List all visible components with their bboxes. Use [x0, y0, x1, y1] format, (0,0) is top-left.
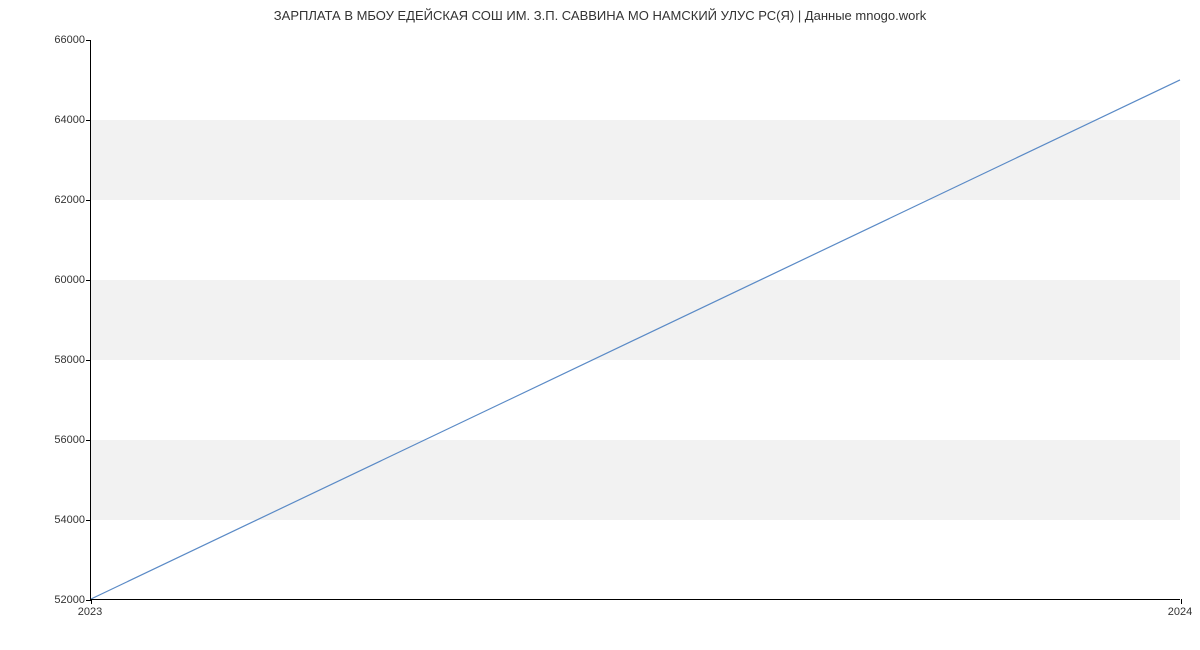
y-tick-mark [86, 40, 91, 41]
y-tick-label: 64000 [35, 114, 85, 126]
y-tick-label: 52000 [35, 594, 85, 606]
y-tick-label: 66000 [35, 34, 85, 46]
y-tick-label: 58000 [35, 354, 85, 366]
chart-container: ЗАРПЛАТА В МБОУ ЕДЕЙСКАЯ СОШ ИМ. З.П. СА… [0, 0, 1200, 650]
y-tick-mark [86, 120, 91, 121]
x-tick-label: 2024 [1168, 606, 1192, 618]
y-tick-label: 56000 [35, 434, 85, 446]
chart-title: ЗАРПЛАТА В МБОУ ЕДЕЙСКАЯ СОШ ИМ. З.П. СА… [0, 8, 1200, 23]
y-tick-label: 60000 [35, 274, 85, 286]
y-tick-label: 62000 [35, 194, 85, 206]
plot-area [90, 40, 1180, 600]
y-tick-mark [86, 520, 91, 521]
x-tick-mark [91, 599, 92, 604]
line-layer [91, 40, 1180, 599]
y-tick-mark [86, 440, 91, 441]
series-line [91, 80, 1180, 599]
y-tick-label: 54000 [35, 514, 85, 526]
y-tick-mark [86, 200, 91, 201]
x-tick-label: 2023 [78, 606, 102, 618]
y-tick-mark [86, 280, 91, 281]
y-tick-mark [86, 360, 91, 361]
x-tick-mark [1181, 599, 1182, 604]
